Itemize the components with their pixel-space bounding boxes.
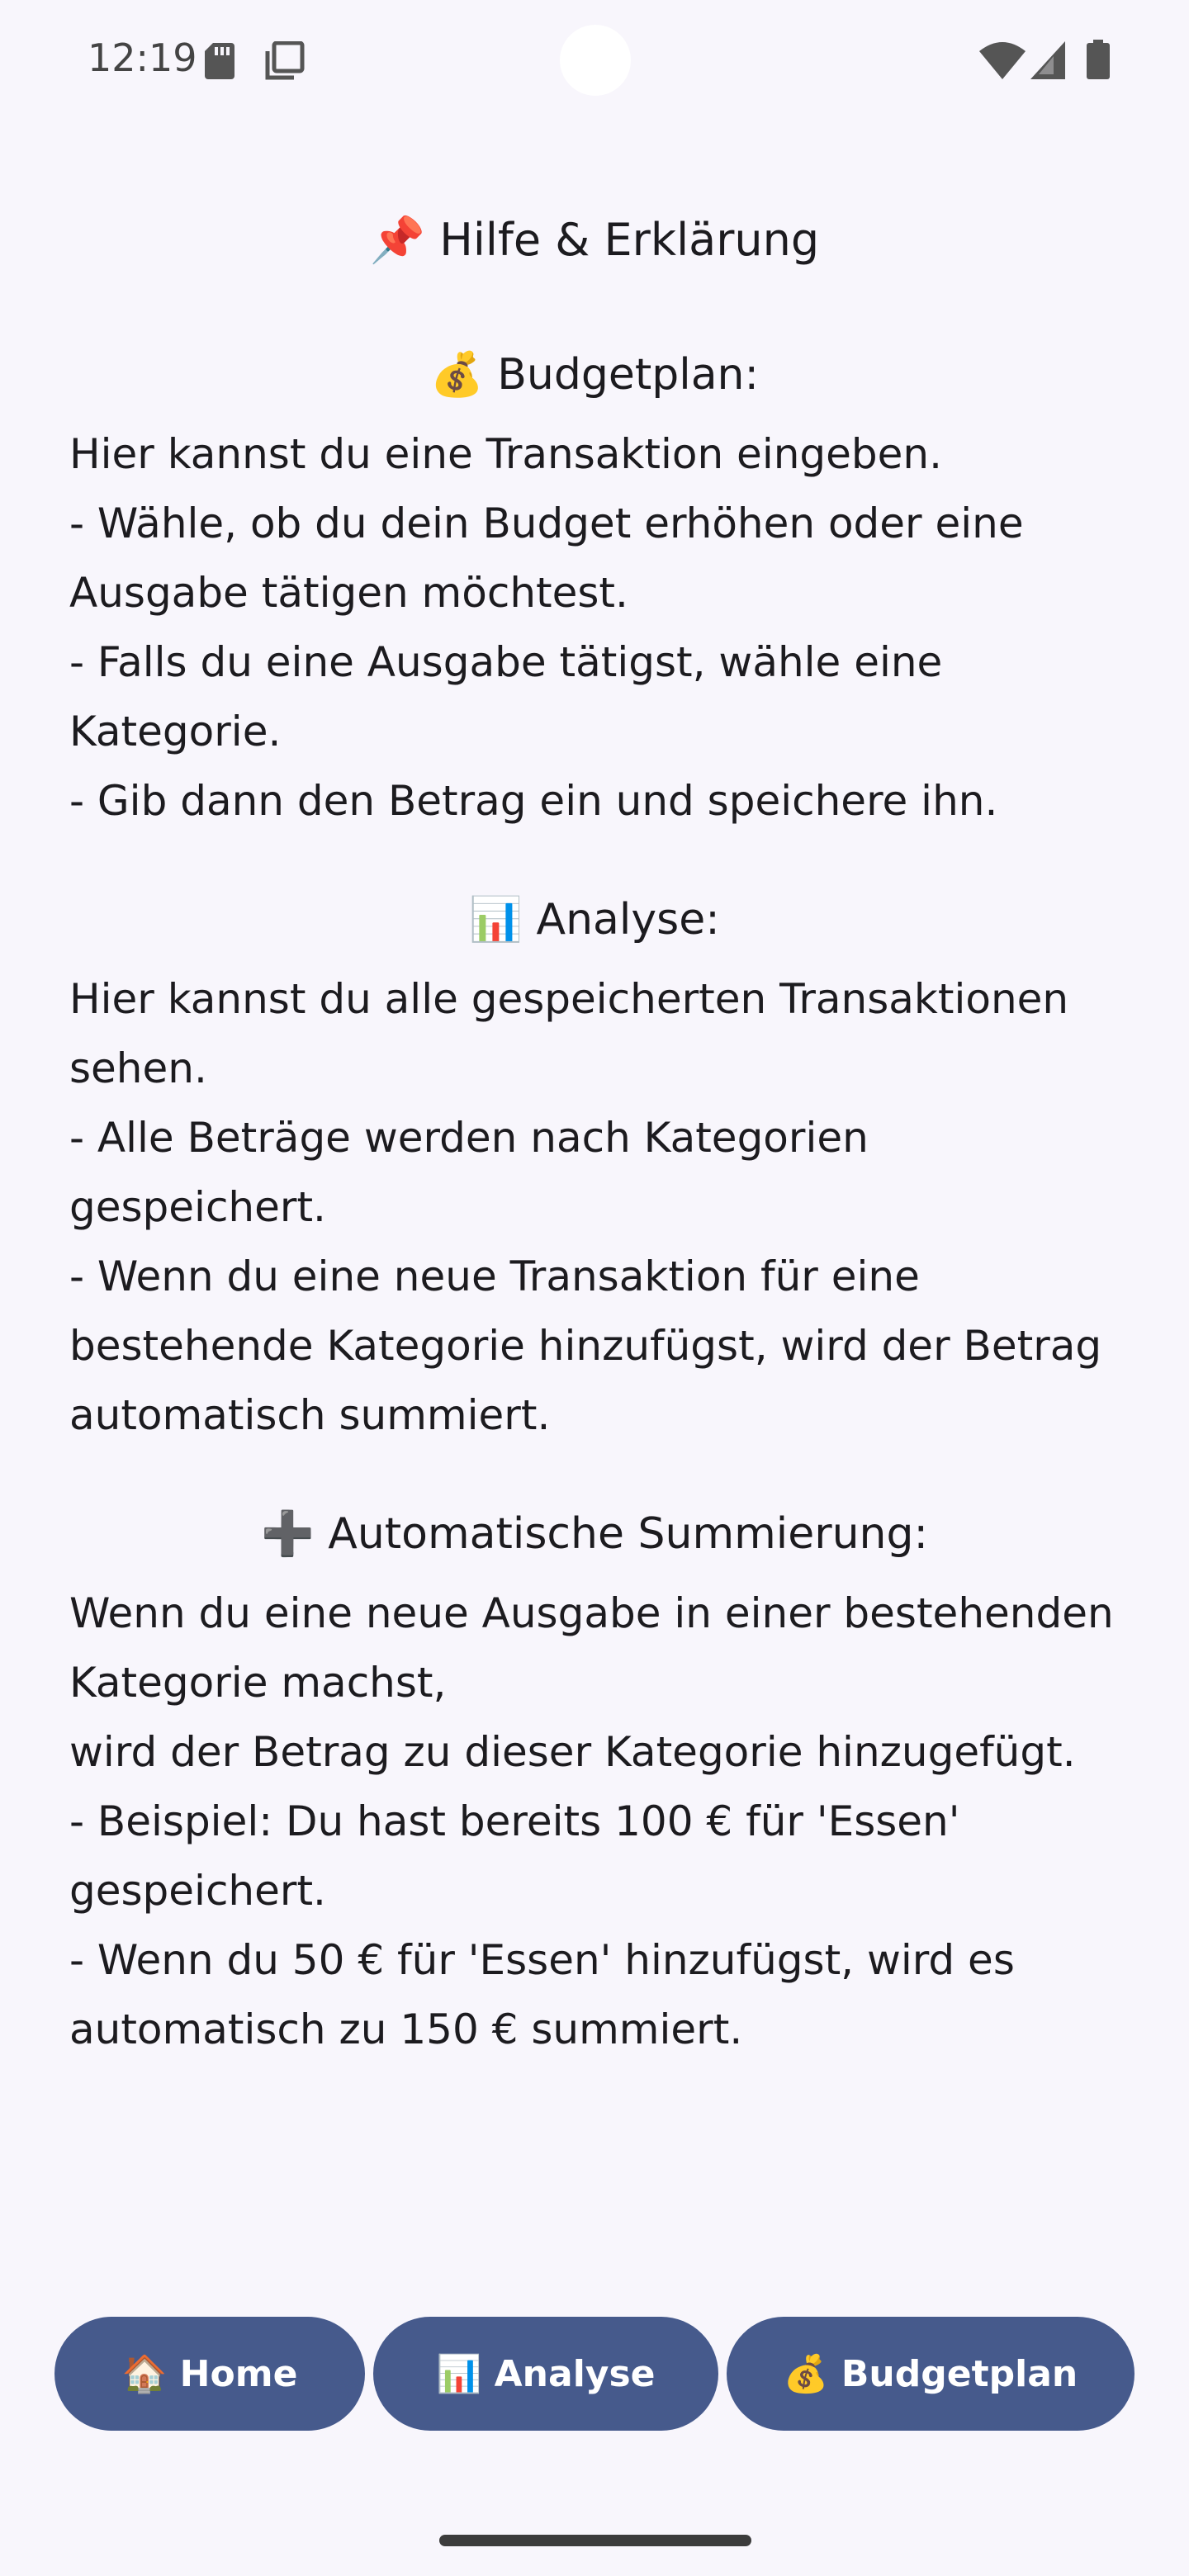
status-time: 12:19 [88,36,197,80]
section-summierung: ➕ Automatische Summierung: Wenn du eine … [69,1493,1120,2064]
section-title-analyse: 📊 Analyse: [469,895,720,945]
section-budgetplan: 💰 Budgetplan: Hier kannst du eine Transa… [69,334,1120,836]
budgetplan-button[interactable]: 💰 Budgetplan [727,2317,1135,2431]
battery-icon [1087,40,1110,79]
help-content: 📌 Hilfe & Erklärung 💰 Budgetplan: Hier k… [69,198,1120,2107]
section-body-budgetplan: Hier kannst du eine Transaktion eingeben… [69,430,1024,825]
home-button[interactable]: 🏠 Home [54,2317,365,2431]
section-analyse: 📊 Analyse: Hier kannst du alle gespeiche… [69,878,1120,1450]
analyse-button[interactable]: 📊 Analyse [373,2317,718,2431]
status-bar: 12:19 [0,0,1189,116]
section-body-analyse: Hier kannst du alle gespeicherten Transa… [69,975,1102,1439]
page-title: 📌 Hilfe & Erklärung [369,214,820,266]
home-indicator[interactable] [439,2535,751,2546]
copy-icon [265,41,305,80]
camera-cutout [560,25,631,96]
wifi-icon [979,42,1026,79]
section-title-summierung: ➕ Automatische Summierung: [260,1509,929,1559]
sd-card-icon [205,43,234,79]
section-body-summierung: Wenn du eine neue Ausgabe in einer beste… [69,1589,1114,2053]
bottom-navigation: 🏠 Home 📊 Analyse 💰 Budgetplan [0,2317,1189,2431]
section-title-budgetplan: 💰 Budgetplan: [429,350,760,400]
signal-icon [1030,41,1065,79]
